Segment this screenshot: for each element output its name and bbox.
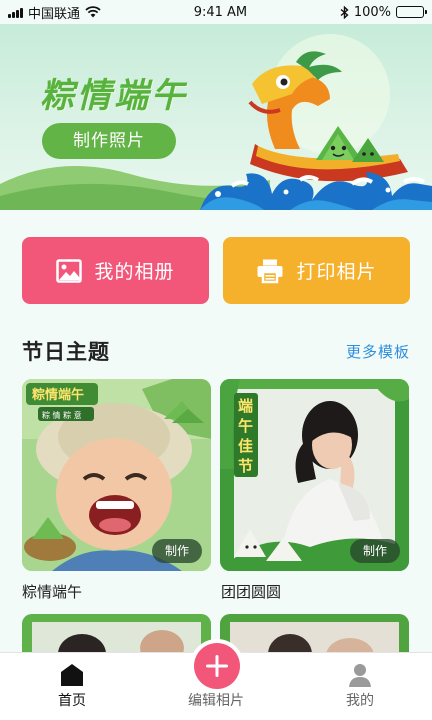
template-name: 团团圆圆 xyxy=(221,583,282,601)
user-icon xyxy=(349,664,371,687)
bluetooth-icon xyxy=(340,5,349,19)
edit-photo-fab[interactable] xyxy=(194,643,240,689)
festival-banner[interactable]: 粽情端午 制作照片 xyxy=(0,24,432,210)
clock: 9:41 AM xyxy=(193,4,248,20)
banner-title: 粽情端午 xyxy=(40,76,188,116)
my-album-label: 我的相册 xyxy=(94,261,175,283)
template-card[interactable]: 粽情端午 粽 情 粽 意 制作 xyxy=(22,379,211,571)
carrier-name: 中国联通 xyxy=(28,6,81,22)
status-bar: 中国联通 9:41 AM 100% xyxy=(0,0,432,24)
image-icon xyxy=(56,258,83,283)
status-right: 100% xyxy=(340,4,427,20)
template-name: 粽情端午 xyxy=(22,583,83,601)
tab-home[interactable]: 首页 xyxy=(22,663,122,710)
wifi-icon xyxy=(85,6,101,18)
my-album-button[interactable]: 我的相册 xyxy=(22,237,209,304)
tab-edit-label: 编辑相片 xyxy=(188,693,244,709)
battery-icon xyxy=(396,6,427,18)
print-photo-button[interactable]: 打印相片 xyxy=(223,237,410,304)
dragon-boat-illustration xyxy=(0,34,432,210)
status-left: 中国联通 xyxy=(8,3,101,22)
tab-me[interactable]: 我的 xyxy=(310,663,410,710)
plus-icon xyxy=(206,655,228,677)
card-overlay-subtitle: 粽 情 粽 意 xyxy=(42,410,82,420)
battery-percent: 100% xyxy=(353,4,391,20)
signal-icon xyxy=(8,7,23,18)
print-photo-label: 打印相片 xyxy=(296,261,377,283)
make-button[interactable]: 制作 xyxy=(350,539,400,563)
more-templates-link[interactable]: 更多模板 xyxy=(346,341,410,362)
card-overlay-title: 粽情端午 xyxy=(32,387,84,403)
tab-me-label: 我的 xyxy=(346,693,374,709)
make-button[interactable]: 制作 xyxy=(152,539,202,563)
section-title: 节日主题 xyxy=(22,340,110,364)
printer-icon xyxy=(257,259,283,283)
home-icon xyxy=(61,664,83,686)
tab-home-label: 首页 xyxy=(58,693,86,709)
template-card[interactable]: 端 午 佳 节 制作 xyxy=(220,379,409,571)
make-photo-button[interactable]: 制作照片 xyxy=(42,123,176,159)
